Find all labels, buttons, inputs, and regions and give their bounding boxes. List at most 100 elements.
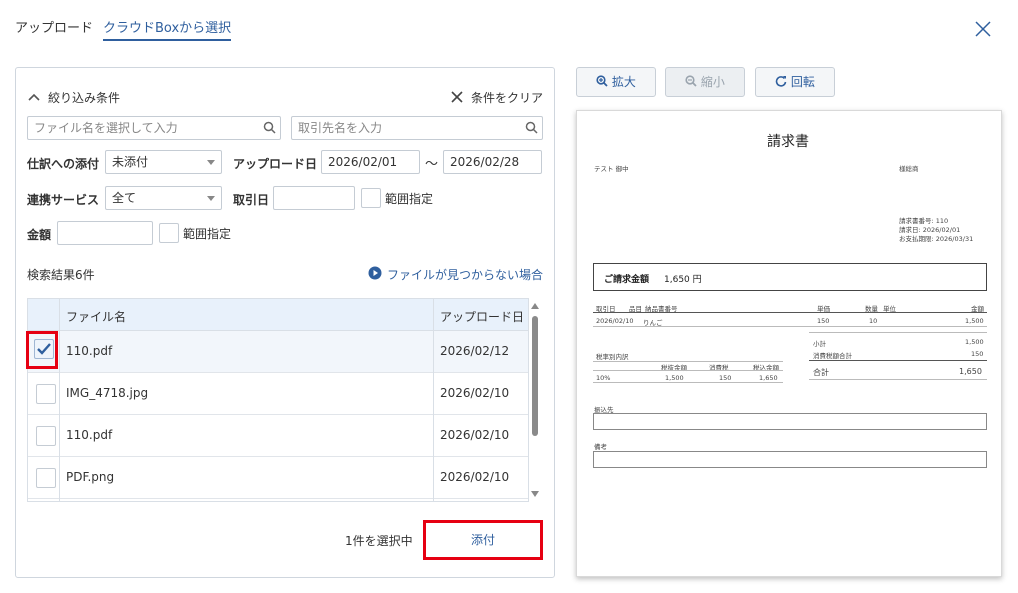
file-select-panel: 絞り込み条件 条件をクリア ファイル名を選択して入力 取引先名を入力 仕訳への添… — [15, 67, 555, 578]
checkmark-icon — [37, 343, 51, 355]
transaction-range-label: 範囲指定 — [385, 192, 434, 206]
invoice-recipient: テスト 御中 — [594, 165, 629, 173]
divider — [809, 379, 987, 380]
grand-total-value: 1,650 — [959, 367, 982, 376]
search-icon — [525, 121, 538, 134]
transaction-range-checkbox[interactable] — [361, 188, 381, 208]
divider — [593, 326, 987, 327]
amount-range-label: 範囲指定 — [183, 227, 232, 241]
play-circle-icon[interactable] — [368, 266, 382, 280]
transaction-date-input[interactable] — [273, 186, 355, 210]
tax-label: 消費税額合計 — [813, 352, 852, 360]
file-not-found-link[interactable]: ファイルが見つからない場合 — [387, 266, 543, 283]
zoom-out-icon — [685, 75, 697, 87]
table-row[interactable]: 110.pdf 2026/02/10 — [28, 415, 528, 457]
grand-total-label: 合計 — [813, 368, 829, 377]
close-icon[interactable] — [972, 18, 994, 40]
zoom-in-icon — [596, 75, 608, 87]
total-value: 1,650 円 — [664, 275, 702, 285]
file-name: 110.pdf — [66, 344, 113, 358]
file-name: PDF.png — [66, 470, 115, 484]
item-date: 2026/02/10 — [596, 317, 634, 325]
column-header-upload-date[interactable]: アップロード日 — [440, 308, 524, 325]
notes-label: 備考 — [594, 443, 607, 451]
upload-date: 2026/02/10 — [440, 428, 510, 442]
row-checkbox[interactable] — [36, 384, 56, 404]
attach-status-value: 未添付 — [112, 155, 149, 169]
rotate-icon — [775, 76, 787, 87]
tax-breakdown-net: 1,500 — [665, 374, 684, 382]
chevron-up-icon[interactable] — [28, 92, 40, 102]
divider — [593, 312, 987, 313]
zoom-in-button[interactable]: 拡大 — [576, 67, 656, 97]
service-value: 全て — [112, 191, 137, 205]
tab-upload[interactable]: アップロード — [15, 17, 93, 36]
upload-date-label: アップロード日 — [233, 157, 318, 171]
search-icon — [263, 121, 276, 134]
bank-box — [593, 413, 987, 430]
divider — [809, 360, 987, 361]
amount-input[interactable] — [57, 221, 153, 245]
total-label: ご請求金額 — [604, 275, 650, 285]
table-scrollbar[interactable] — [529, 298, 541, 502]
transaction-date-label: 取引日 — [233, 193, 270, 207]
zoom-out-label: 縮小 — [700, 75, 725, 89]
invoice-preview[interactable]: 請求書 テスト 御中 様総商 請求書番号: 110 請求日: 2026/02/0… — [576, 110, 1002, 577]
partner-search-input[interactable]: 取引先名を入力 — [291, 116, 543, 140]
zoom-in-label: 拡大 — [611, 75, 636, 89]
upload-date-to-input[interactable]: 2026/02/28 — [443, 150, 542, 174]
item-unit-price: 150 — [817, 317, 830, 325]
item-qty: 10 — [869, 317, 878, 325]
selected-count: 1件を選択中 — [345, 534, 413, 548]
upload-date-from-input[interactable]: 2026/02/01 — [321, 150, 420, 174]
tax-value: 150 — [971, 350, 984, 358]
upload-date: 2026/02/10 — [440, 470, 510, 484]
zoom-out-button[interactable]: 縮小 — [665, 67, 745, 97]
column-header-filename[interactable]: ファイル名 — [66, 308, 126, 325]
subtotal-label: 小計 — [813, 340, 826, 348]
table-row[interactable]: 110.pdf 2026/02/12 — [28, 331, 528, 373]
upload-date: 2026/02/12 — [440, 344, 510, 358]
upload-date: 2026/02/10 — [440, 386, 510, 400]
scrollbar-thumb[interactable] — [532, 316, 538, 436]
divider — [809, 332, 987, 333]
chevron-down-icon — [207, 196, 215, 201]
scroll-up-icon[interactable] — [530, 302, 540, 310]
amount-label: 金額 — [27, 228, 52, 242]
tax-breakdown-title: 税率別内訳 — [596, 353, 629, 361]
table-row[interactable]: IMG_4718.jpg 2026/02/10 — [28, 373, 528, 415]
divider — [593, 370, 783, 371]
service-select[interactable]: 全て — [105, 186, 222, 210]
attach-status-select[interactable]: 未添付 — [105, 150, 222, 174]
table-row[interactable]: PDF.png 2026/02/10 — [28, 457, 528, 499]
filter-header[interactable]: 絞り込み条件 — [48, 89, 120, 106]
clear-filter-button[interactable]: 条件をクリア — [471, 89, 543, 106]
clear-icon[interactable] — [451, 91, 463, 103]
service-label: 連携サービス — [27, 193, 100, 207]
invoice-due-date: お支払期限: 2026/03/31 — [899, 235, 974, 243]
invoice-issuer: 様総商 — [899, 165, 919, 173]
amount-range-checkbox[interactable] — [159, 223, 179, 243]
chevron-down-icon — [207, 160, 215, 165]
row-checkbox[interactable] — [36, 426, 56, 446]
divider — [593, 382, 783, 383]
invoice-title: 請求書 — [767, 134, 809, 150]
notes-box — [593, 451, 987, 468]
file-name-search-input[interactable]: ファイル名を選択して入力 — [27, 116, 281, 140]
attach-status-label: 仕訳への添付 — [27, 157, 100, 171]
item-amount: 1,500 — [965, 317, 984, 325]
tab-cloud-box[interactable]: クラウドBoxから選択 — [103, 17, 232, 41]
date-range-separator: 〜 — [425, 157, 439, 172]
file-name: 110.pdf — [66, 428, 113, 442]
file-table: ファイル名 アップロード日 110.pdf 2026/02/12 IMG_471… — [27, 298, 529, 502]
row-checkbox-checked[interactable] — [34, 339, 54, 359]
rotate-button[interactable]: 回転 — [755, 67, 835, 97]
attach-button[interactable]: 添付 — [423, 520, 543, 560]
rotate-label: 回転 — [790, 75, 815, 89]
scroll-down-icon[interactable] — [530, 490, 540, 498]
tax-breakdown-tax: 150 — [719, 374, 732, 382]
column-divider — [433, 299, 434, 501]
row-checkbox[interactable] — [36, 468, 56, 488]
total-box: ご請求金額 1,650 円 — [593, 263, 987, 291]
tax-breakdown-gross: 1,650 — [759, 374, 778, 382]
